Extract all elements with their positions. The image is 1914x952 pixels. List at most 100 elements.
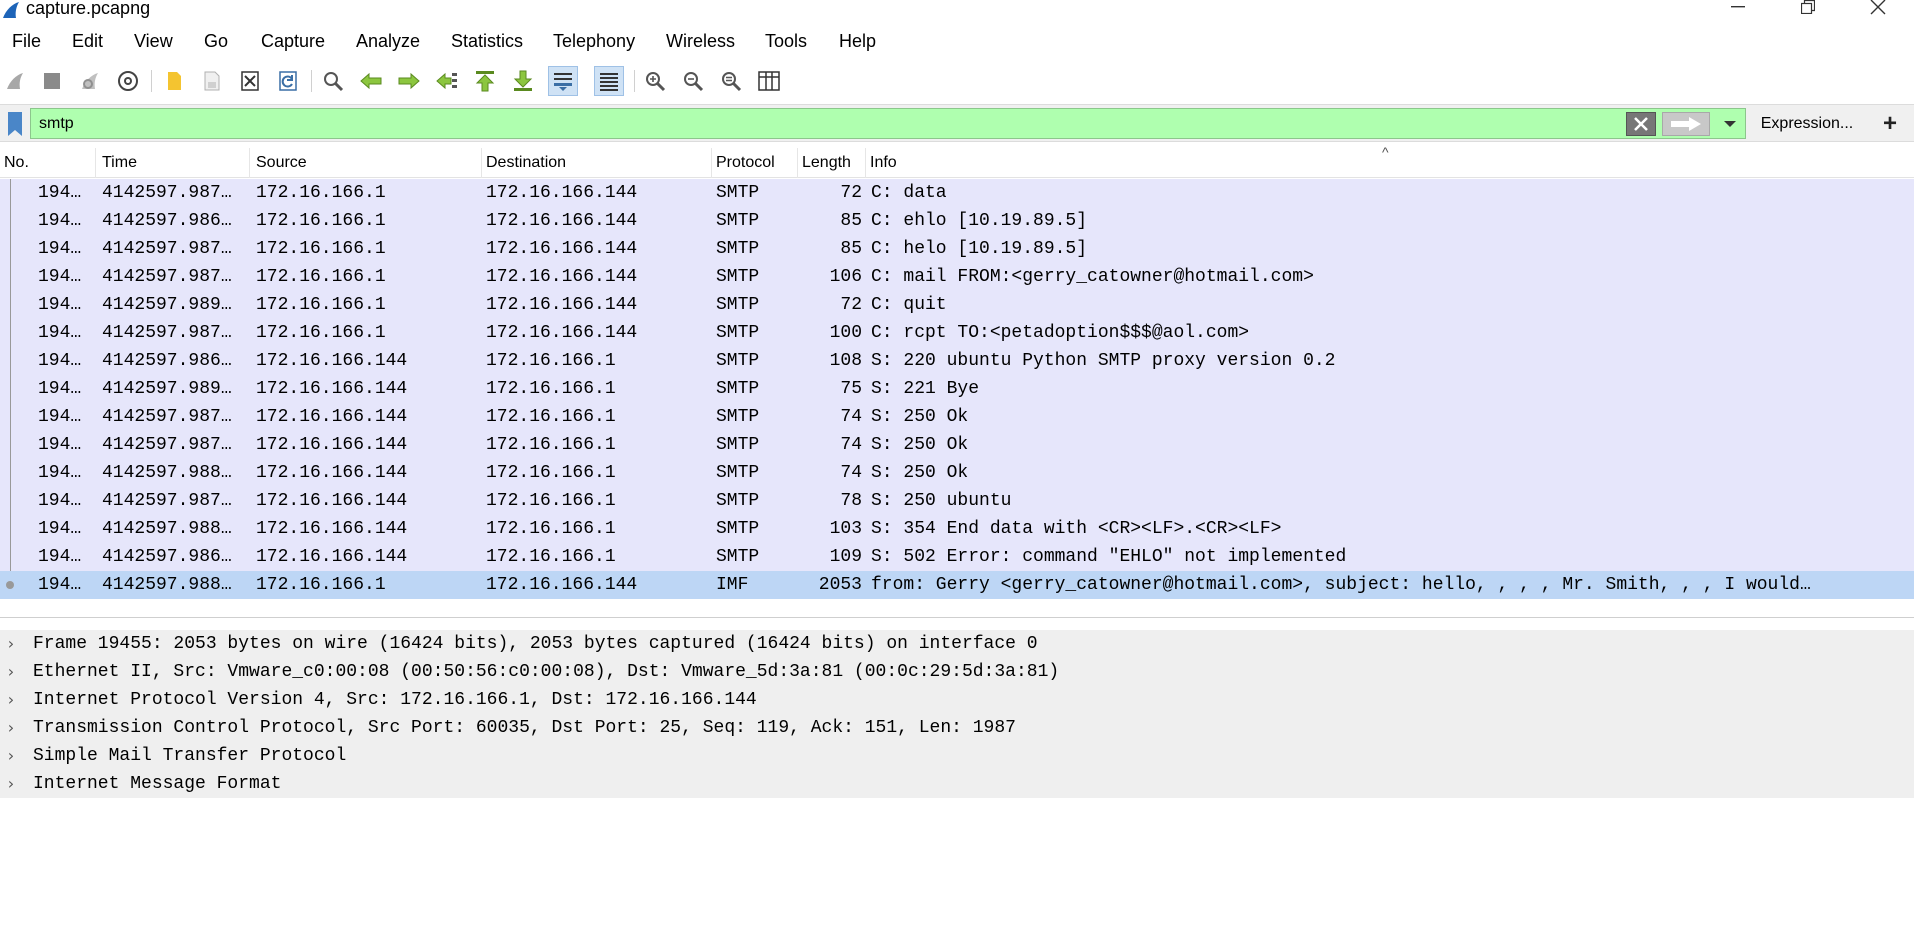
zoom-in-icon[interactable]: [640, 66, 670, 96]
menu-view[interactable]: View: [134, 31, 173, 52]
zoom-out-icon[interactable]: [678, 66, 708, 96]
apply-filter-icon[interactable]: [1662, 112, 1710, 136]
go-to-packet-icon[interactable]: [432, 66, 462, 96]
expression-button[interactable]: Expression...: [1752, 111, 1862, 137]
menu-capture[interactable]: Capture: [261, 31, 325, 52]
menu-help[interactable]: Help: [839, 31, 876, 52]
col-header-length[interactable]: Length: [798, 148, 866, 178]
col-header-source[interactable]: Source: [252, 148, 482, 178]
last-packet-icon[interactable]: [508, 66, 538, 96]
table-row[interactable]: 194… 4142597.986… 172.16.166.144 172.16.166…: [0, 543, 1914, 571]
table-row[interactable]: 194… 4142597.988… 172.16.166.1 172.16.166.1…: [0, 571, 1914, 599]
col-header-info[interactable]: Info: [866, 148, 1914, 178]
menu-analyze[interactable]: Analyze: [356, 31, 420, 52]
table-row[interactable]: 194… 4142597.987… 172.16.166.144 172.16.166…: [0, 487, 1914, 515]
table-row[interactable]: 194… 4142597.987… 172.16.166.1 172.16.166.1…: [0, 179, 1914, 207]
start-capture-icon[interactable]: [0, 66, 30, 96]
menu-edit[interactable]: Edit: [72, 31, 103, 52]
col-header-destination[interactable]: Destination: [482, 148, 712, 178]
restart-capture-icon[interactable]: [75, 66, 105, 96]
cell-length: 72: [840, 295, 862, 315]
cell-time: 4142597.986…: [102, 547, 232, 567]
chevron-right-icon[interactable]: ›: [4, 686, 18, 714]
detail-tree-item[interactable]: › Internet Protocol Version 4, Src: 172.1…: [0, 686, 1914, 714]
go-back-icon[interactable]: [356, 66, 386, 96]
cell-info: S: 354 End data with <CR><LF>.<CR><LF>: [871, 519, 1282, 539]
menu-telephony[interactable]: Telephony: [553, 31, 635, 52]
table-row[interactable]: 194… 4142597.989… 172.16.166.1 172.16.166.1…: [0, 291, 1914, 319]
cell-time: 4142597.988…: [102, 463, 232, 483]
table-row[interactable]: 194… 4142597.987… 172.16.166.1 172.16.166.1…: [0, 235, 1914, 263]
reload-file-icon[interactable]: [273, 66, 303, 96]
minimize-icon[interactable]: [1718, 0, 1758, 20]
cell-length: 75: [840, 379, 862, 399]
open-file-icon[interactable]: [159, 66, 189, 96]
save-file-icon[interactable]: [197, 66, 227, 96]
table-row[interactable]: 194… 4142597.987… 172.16.166.144 172.16.166…: [0, 403, 1914, 431]
display-filter-input[interactable]: [30, 108, 1746, 139]
window-title: capture.pcapng: [26, 0, 151, 18]
chevron-down-icon[interactable]: [1716, 112, 1744, 136]
table-row[interactable]: 194… 4142597.988… 172.16.166.144 172.16.166…: [0, 459, 1914, 487]
table-row[interactable]: 194… 4142597.989… 172.16.166.144 172.16.166…: [0, 375, 1914, 403]
cell-protocol: IMF: [716, 575, 749, 595]
cell-source: 172.16.166.1: [256, 575, 386, 595]
chevron-right-icon[interactable]: ›: [4, 714, 18, 742]
table-row[interactable]: 194… 4142597.987… 172.16.166.1 172.16.166.1…: [0, 263, 1914, 291]
menu-go[interactable]: Go: [204, 31, 228, 52]
wireshark-fin-icon: [3, 2, 19, 18]
chevron-right-icon[interactable]: ›: [4, 742, 18, 770]
table-row[interactable]: 194… 4142597.986… 172.16.166.1 172.16.166.1…: [0, 207, 1914, 235]
auto-scroll-icon[interactable]: [548, 66, 578, 96]
colorize-icon[interactable]: [594, 66, 624, 96]
col-header-no[interactable]: No.: [0, 148, 96, 178]
first-packet-icon[interactable]: [470, 66, 500, 96]
clear-filter-icon[interactable]: [1626, 112, 1656, 136]
detail-tree-item[interactable]: › Ethernet II, Src: Vmware_c0:00:08 (00:5…: [0, 658, 1914, 686]
detail-tree-label: Internet Protocol Version 4, Src: 172.16…: [33, 690, 757, 710]
detail-tree-item[interactable]: › Internet Message Format: [0, 770, 1914, 798]
go-forward-icon[interactable]: [394, 66, 424, 96]
cell-length: 100: [829, 323, 862, 343]
related-packet-marker: [10, 179, 16, 207]
menu-wireless[interactable]: Wireless: [666, 31, 735, 52]
restore-icon[interactable]: [1788, 0, 1828, 20]
normal-size-icon[interactable]: [716, 66, 746, 96]
menu-file[interactable]: File: [12, 31, 41, 52]
detail-tree-item[interactable]: › Transmission Control Protocol, Src Port…: [0, 714, 1914, 742]
title-bar: capture.pcapng: [0, 0, 1914, 22]
related-packet-marker: [10, 403, 16, 431]
col-header-time[interactable]: Time: [98, 148, 250, 178]
table-row[interactable]: 194… 4142597.988… 172.16.166.144 172.16.166…: [0, 515, 1914, 543]
chevron-right-icon[interactable]: ›: [4, 630, 18, 658]
cell-protocol: SMTP: [716, 183, 760, 203]
filter-bookmark-icon[interactable]: [6, 110, 24, 138]
cell-destination: 172.16.166.144: [486, 211, 638, 231]
detail-tree-item[interactable]: › Frame 19455: 2053 bytes on wire (16424 …: [0, 630, 1914, 658]
cell-protocol: SMTP: [716, 407, 760, 427]
related-packet-marker: [10, 207, 16, 235]
add-filter-button[interactable]: +: [1870, 109, 1910, 139]
capture-options-icon[interactable]: [113, 66, 143, 96]
detail-tree-item[interactable]: › Simple Mail Transfer Protocol: [0, 742, 1914, 770]
menu-tools[interactable]: Tools: [765, 31, 807, 52]
cell-no: 194…: [38, 323, 82, 343]
chevron-right-icon[interactable]: ›: [4, 770, 18, 798]
close-file-icon[interactable]: [235, 66, 265, 96]
related-packet-marker: [10, 487, 16, 515]
cell-no: 194…: [38, 463, 82, 483]
menu-statistics[interactable]: Statistics: [451, 31, 523, 52]
table-row[interactable]: 194… 4142597.986… 172.16.166.144 172.16.166…: [0, 347, 1914, 375]
cell-no: 194…: [38, 183, 82, 203]
cell-destination: 172.16.166.144: [486, 575, 638, 595]
stop-capture-icon[interactable]: [37, 66, 67, 96]
cell-info: from: Gerry <gerry_catowner@hotmail.com>…: [871, 575, 1811, 595]
close-icon[interactable]: [1858, 0, 1898, 20]
find-packet-icon[interactable]: [318, 66, 348, 96]
chevron-right-icon[interactable]: ›: [4, 658, 18, 686]
table-row[interactable]: 194… 4142597.987… 172.16.166.144 172.16.166…: [0, 431, 1914, 459]
cell-no: 194…: [38, 379, 82, 399]
table-row[interactable]: 194… 4142597.987… 172.16.166.1 172.16.166.1…: [0, 319, 1914, 347]
col-header-protocol[interactable]: Protocol: [712, 148, 798, 178]
resize-columns-icon[interactable]: [754, 66, 784, 96]
